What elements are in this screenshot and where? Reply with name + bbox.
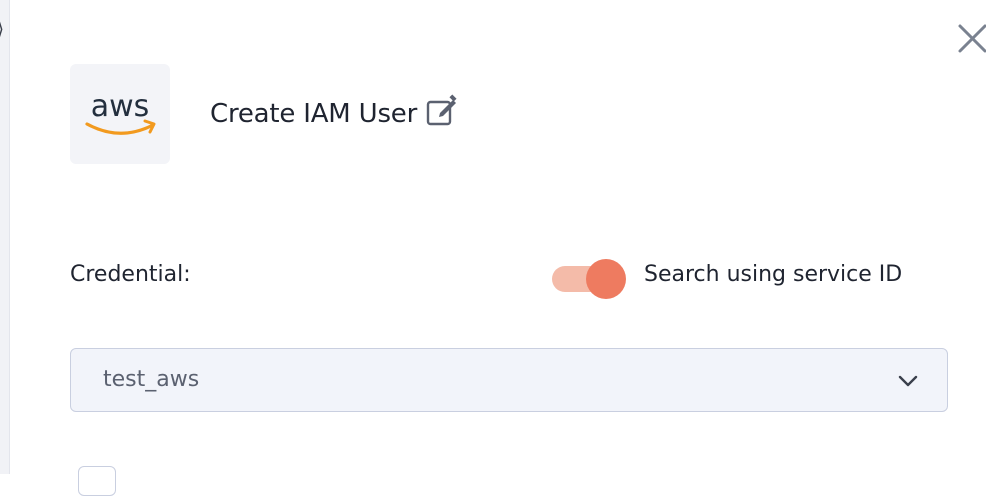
toggle-knob: [586, 259, 626, 299]
aws-logo-text: aws: [91, 89, 150, 124]
aws-logo-tile: aws: [70, 64, 170, 164]
edit-icon[interactable]: [425, 93, 459, 127]
credential-label: Credential:: [70, 262, 191, 287]
close-icon: [958, 24, 986, 53]
option-checkbox[interactable]: [78, 466, 116, 496]
chevron-down-icon: [898, 375, 918, 387]
toggle-label: Search using service ID: [644, 262, 903, 287]
panel-edge-glyph: ⟩: [0, 20, 4, 38]
credential-select-value: test_aws: [103, 367, 200, 392]
credential-select[interactable]: test_aws: [70, 348, 948, 412]
background-panel-edge: ⟩: [0, 0, 10, 474]
page-title-row: Create IAM User: [210, 92, 459, 136]
aws-logo: aws: [85, 89, 156, 135]
close-button[interactable]: [955, 22, 986, 56]
page-title: Create IAM User: [210, 99, 418, 129]
search-by-service-id-toggle[interactable]: [552, 259, 628, 299]
aws-smile-icon: [85, 122, 155, 135]
